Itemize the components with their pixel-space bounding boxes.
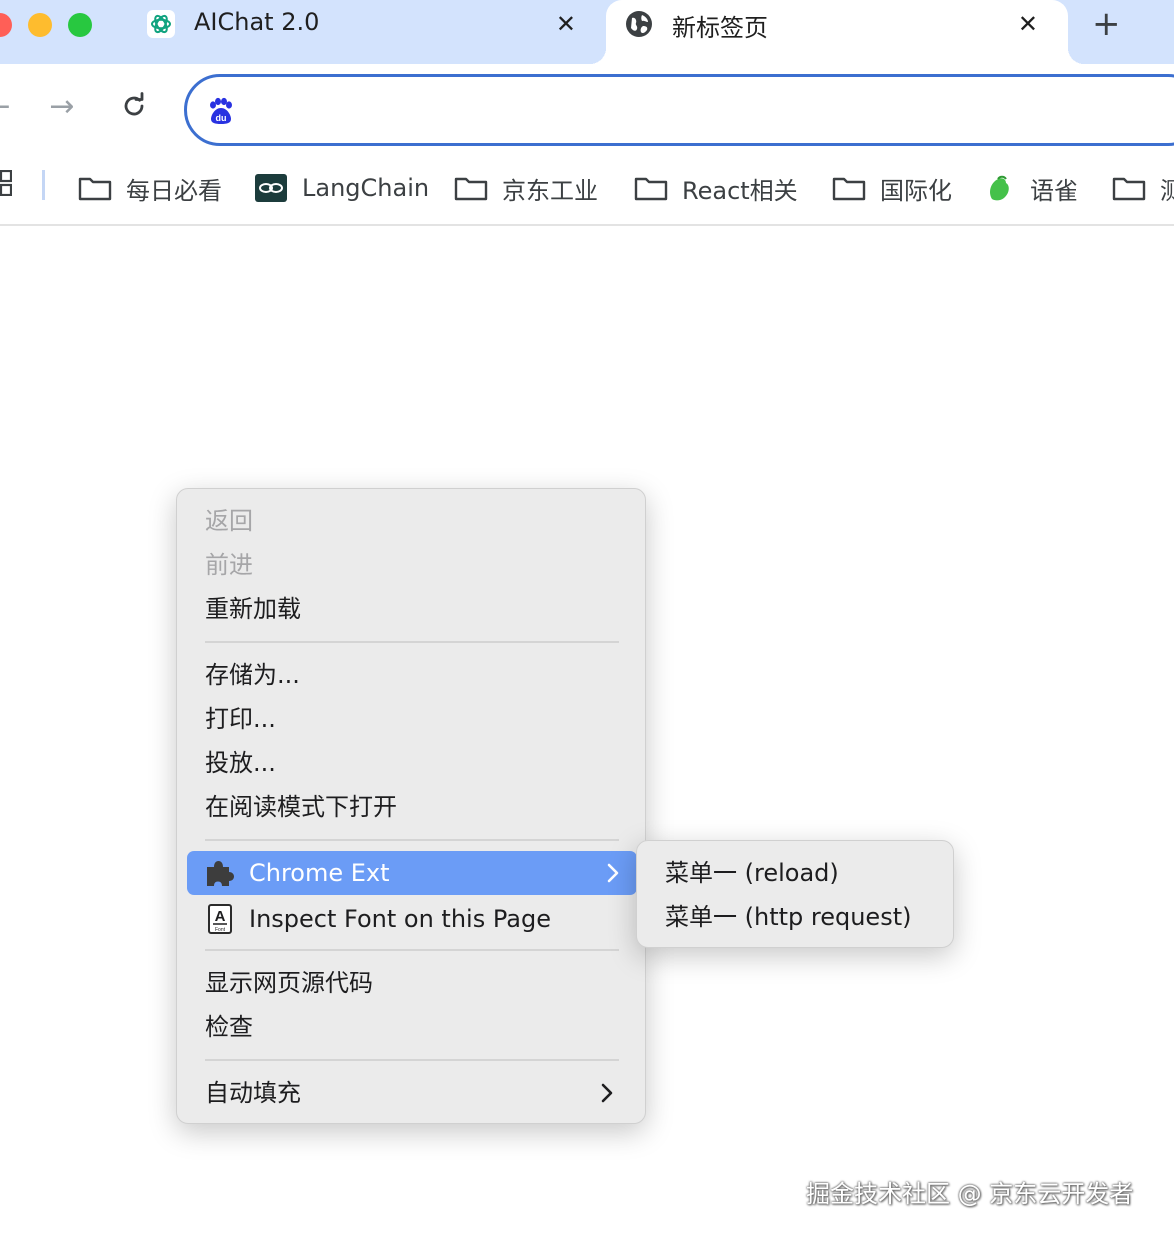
folder-icon [78, 173, 112, 203]
window-close-button[interactable] [0, 13, 12, 37]
menu-item-save-as[interactable]: 存储为... [205, 657, 300, 693]
bookmark-测[interactable]: 测 [1112, 168, 1174, 208]
bookmarks-divider [42, 170, 45, 200]
menu-item-label: Chrome Ext [249, 859, 390, 887]
toolbar: ← → du [0, 64, 1174, 156]
bookmark-label: 每日必看 [126, 176, 222, 205]
menu-item-reading-mode[interactable]: 在阅读模式下打开 [205, 789, 397, 825]
submenu-item-http-request[interactable]: 菜单一 (http request) [665, 899, 911, 935]
bookmark-label: React相关 [682, 176, 798, 205]
menu-separator [205, 641, 619, 643]
bookmark-每日必看[interactable]: 每日必看 [78, 168, 222, 208]
puzzle-piece-icon [207, 861, 234, 886]
bookmarks-bar: 每日必看 LangChain 京东工业 React相关 国际化 语雀 测 [0, 156, 1174, 226]
menu-item-inspect[interactable]: 检查 [205, 1009, 253, 1045]
bookmark-react相关[interactable]: React相关 [634, 168, 798, 208]
bookmark-label: 国际化 [880, 176, 952, 205]
menu-item-cast[interactable]: 投放... [205, 745, 276, 781]
reload-button[interactable] [114, 86, 154, 126]
window-zoom-button[interactable] [68, 13, 92, 37]
folder-icon [454, 173, 488, 203]
address-bar[interactable]: du [184, 74, 1174, 146]
forward-button[interactable]: → [42, 86, 82, 126]
menu-item-view-source[interactable]: 显示网页源代码 [205, 965, 373, 1001]
tab-close-icon[interactable]: ✕ [1018, 8, 1038, 40]
openai-icon [146, 9, 176, 39]
chevron-right-icon [607, 863, 619, 883]
tab-title: AIChat 2.0 [194, 8, 320, 36]
menu-item-inspect-font[interactable]: Inspect Font on this Page [249, 901, 551, 937]
tab-corner [1068, 48, 1084, 64]
svg-text:A: A [215, 908, 226, 925]
bookmark-京东工业[interactable]: 京东工业 [454, 168, 598, 208]
tab-corner [590, 48, 606, 64]
bookmark-langchain[interactable]: LangChain [254, 168, 429, 208]
menu-item-reload[interactable]: 重新加载 [205, 591, 301, 627]
langchain-icon [254, 173, 288, 203]
folder-icon [634, 173, 668, 203]
folder-icon [1112, 173, 1146, 203]
menu-item-label: Inspect Font on this Page [249, 905, 551, 933]
new-tab-button[interactable]: + [1092, 4, 1121, 44]
font-inspector-icon: A Font [208, 904, 232, 934]
bookmark-label: 语雀 [1030, 176, 1078, 205]
context-menu: 返回 前进 重新加载 存储为... 打印... 投放... 在阅读模式下打开 C… [176, 488, 646, 1124]
tab-aichat[interactable]: AIChat 2.0 ✕ [128, 0, 606, 64]
bookmark-label: LangChain [302, 174, 430, 202]
menu-item-autofill[interactable]: 自动填充 [205, 1075, 301, 1111]
submenu-item-reload[interactable]: 菜单一 (reload) [665, 855, 839, 891]
reload-icon [124, 92, 144, 116]
menu-separator [205, 839, 619, 841]
menu-item-print[interactable]: 打印... [205, 701, 276, 737]
baidu-paw-icon: du [210, 97, 232, 124]
menu-separator [205, 949, 619, 951]
menu-separator [205, 1059, 619, 1061]
bookmark-国际化[interactable]: 国际化 [832, 168, 952, 208]
bookmark-label: 测 [1160, 176, 1174, 205]
back-button[interactable]: ← [0, 86, 18, 126]
tab-strip: AIChat 2.0 ✕ 新标签页 ✕ + [0, 0, 1174, 64]
bookmark-label: 京东工业 [502, 176, 598, 205]
apps-grid-icon[interactable] [0, 170, 12, 196]
chrome-ext-submenu: 菜单一 (reload) 菜单一 (http request) [636, 840, 954, 948]
menu-item-forward: 前进 [205, 551, 253, 579]
svg-text:Font: Font [215, 927, 226, 933]
svg-text:du: du [216, 113, 227, 123]
folder-icon [832, 173, 866, 203]
yuque-icon [982, 173, 1016, 203]
chevron-right-icon [601, 1083, 613, 1103]
tab-title: 新标签页 [672, 14, 768, 42]
globe-icon [624, 9, 654, 39]
tab-new-tab-page[interactable]: 新标签页 ✕ [606, 0, 1068, 64]
bookmark-语雀[interactable]: 语雀 [982, 168, 1078, 208]
window-minimize-button[interactable] [28, 13, 52, 37]
address-input[interactable] [251, 87, 1151, 133]
menu-item-chrome-ext[interactable]: Chrome Ext [187, 851, 637, 895]
menu-item-back: 返回 [205, 507, 253, 535]
tab-close-icon[interactable]: ✕ [556, 8, 576, 40]
watermark: 掘金技术社区 @ 京东云开发者 [806, 1180, 1134, 1208]
